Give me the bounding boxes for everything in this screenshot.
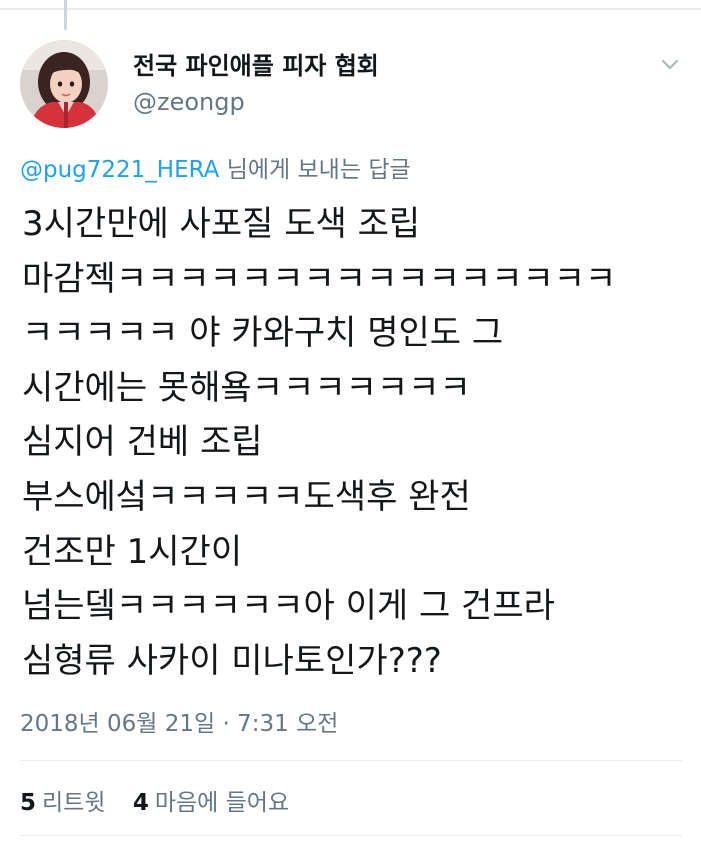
tweet-stats: 5 리트윗 4 마음에 들어요 <box>20 783 309 817</box>
tweet-line: 부스에섴ㅋㅋㅋㅋㅋ도색후 완전 <box>22 476 471 517</box>
chevron-down-icon[interactable] <box>658 52 682 76</box>
tweet-line: 마감젝ㅋㅋㅋㅋㅋㅋㅋㅋㅋㅋㅋㅋㅋㅋㅋㅋ <box>22 258 617 299</box>
tweet-line: 심지어 건베 조립 <box>22 422 263 463</box>
tweet-line: 3시간만에 사포질 도색 조립 <box>22 204 421 244</box>
tweet-line: 시간에는 못해욬ㅋㅋㅋㅋㅋㅋㅋ <box>22 367 471 408</box>
tweet-line: 건조만 1시간이 <box>22 531 243 572</box>
retweets-label: 리트윗 <box>42 790 106 816</box>
tweet-line: 심형류 사카이 미나토인가??? <box>22 640 442 681</box>
retweets-stat[interactable]: 5 리트윗 <box>20 790 106 816</box>
thread-connector-line <box>64 0 67 30</box>
author-display-name[interactable]: 전국 파인애플 피자 협회 <box>133 46 379 81</box>
avatar-image <box>20 40 108 128</box>
likes-count: 4 <box>132 790 149 816</box>
tweet-text: 3시간만에 사포질 도색 조립 마감젝ㅋㅋㅋㅋㅋㅋㅋㅋㅋㅋㅋㅋㅋㅋㅋㅋ ㅋㅋㅋㅋ… <box>22 197 692 688</box>
likes-label: 마음에 들어요 <box>154 790 290 816</box>
reply-context: @pug7221_HERA 님에게 보내는 답글 <box>20 150 411 184</box>
reply-context-suffix: 님에게 보내는 답글 <box>219 157 411 183</box>
likes-stat[interactable]: 4 마음에 들어요 <box>133 790 289 816</box>
divider <box>20 760 682 761</box>
reply-mention-link[interactable]: @pug7221_HERA <box>20 157 219 183</box>
tweet-line: 넘는뎈ㅋㅋㅋㅋㅋㅋ아 이게 그 건프라 <box>22 586 555 627</box>
retweets-count: 5 <box>20 790 37 816</box>
tweet-line: ㅋㅋㅋㅋㅋ 야 카와구치 명인도 그 <box>22 313 504 354</box>
divider <box>20 835 682 836</box>
tweet-timestamp[interactable]: 2018년 06월 21일 · 7:31 오전 <box>20 704 338 738</box>
author-handle[interactable]: @zeongp <box>133 88 245 116</box>
top-divider <box>0 0 701 10</box>
avatar[interactable] <box>20 40 108 128</box>
